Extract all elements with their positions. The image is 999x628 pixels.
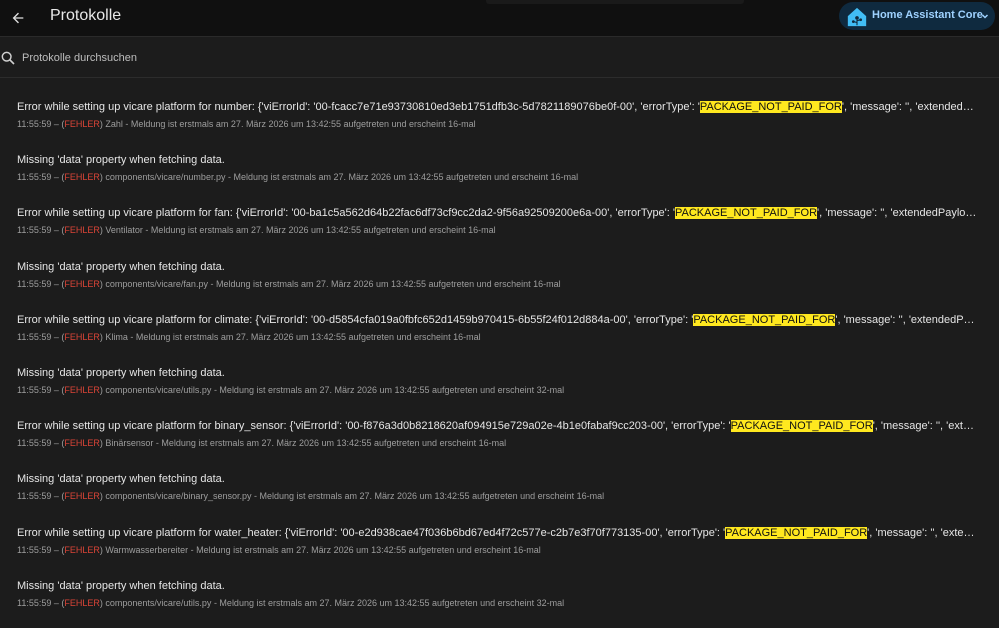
log-meta: 11:55:59 – (FEHLER) Zahl - Meldung ist e… [17, 119, 476, 129]
level-badge: FEHLER [64, 172, 100, 183]
log-message: Error while setting up vicare platform f… [17, 207, 979, 220]
log-entry[interactable]: Missing 'data' property when fetching da… [0, 248, 999, 301]
highlighted-match: PACKAGE_NOT_PAID_FOR [730, 420, 873, 433]
level-badge: FEHLER [64, 438, 100, 449]
log-meta: 11:55:59 – (FEHLER) components/vicare/nu… [17, 172, 579, 183]
log-message: Error while setting up vicare platform f… [17, 101, 979, 113]
level-badge: FEHLER [64, 597, 100, 608]
log-meta: 11:55:59 – (FEHLER) components/vicare/ut… [17, 597, 565, 608]
log-entry[interactable]: Missing 'data' property when fetching da… [0, 460, 999, 513]
arrow-left-icon [12, 12, 24, 24]
log-entry[interactable]: Missing 'data' property when fetching da… [0, 354, 999, 407]
log-meta: 11:55:59 – (FEHLER) components/vicare/ut… [17, 384, 565, 395]
level-badge: FEHLER [64, 491, 100, 502]
home-assistant-logo [847, 7, 867, 27]
log-entry[interactable]: Missing 'data' property when fetching da… [0, 141, 999, 194]
magnify-icon [1, 51, 15, 65]
log-message: Missing 'data' property when fetching da… [17, 154, 225, 167]
chevron-down-icon [981, 14, 989, 19]
log-message: Error while setting up vicare platform f… [17, 526, 979, 539]
search-bar [0, 37, 999, 78]
log-entry[interactable]: Error while setting up vicare platform f… [0, 88, 999, 141]
log-message: Error while setting up vicare platform f… [17, 420, 979, 433]
log-entry[interactable]: Error while setting up vicare platform f… [0, 194, 999, 247]
log-entry[interactable]: Missing 'data' property when fetching da… [0, 567, 999, 620]
log-entry[interactable]: Error while setting up vicare platform f… [0, 514, 999, 567]
log-meta: 11:55:59 – (FEHLER) components/vicare/bi… [17, 491, 605, 502]
log-message: Missing 'data' property when fetching da… [17, 579, 225, 592]
highlighted-match: PACKAGE_NOT_PAID_FOR [699, 101, 842, 113]
log-message: Error while setting up vicare platform f… [17, 313, 979, 326]
highlighted-match: PACKAGE_NOT_PAID_FOR [725, 526, 868, 539]
log-meta: 11:55:59 – (FEHLER) Binärsensor - Meldun… [17, 438, 507, 449]
log-message: Missing 'data' property when fetching da… [17, 260, 225, 273]
instance-label: Home Assistant Core [872, 9, 983, 21]
level-badge: FEHLER [64, 384, 100, 395]
log-meta: 11:55:59 – (FEHLER) Ventilator - Meldung… [17, 225, 496, 236]
search-input[interactable] [20, 47, 924, 69]
level-badge: FEHLER [64, 119, 100, 129]
log-meta: 11:55:59 – (FEHLER) Klima - Meldung ist … [17, 331, 481, 342]
top-app-bar: Protokolle Home Assistant Core [0, 0, 999, 37]
back-button[interactable] [6, 6, 30, 30]
level-badge: FEHLER [64, 278, 100, 289]
log-message: Missing 'data' property when fetching da… [17, 473, 225, 486]
log-meta: 11:55:59 – (FEHLER) Warmwasserbereiter -… [17, 544, 541, 555]
instance-selector[interactable]: Home Assistant Core [839, 2, 995, 30]
log-meta: 11:55:59 – (FEHLER) components/vicare/fa… [17, 278, 561, 289]
page-title: Protokolle [50, 7, 122, 24]
level-badge: FEHLER [64, 544, 100, 555]
top-divider [486, 0, 744, 4]
log-list: Error while setting up vicare platform f… [0, 88, 999, 620]
level-badge: FEHLER [64, 225, 100, 236]
level-badge: FEHLER [64, 331, 100, 342]
log-entry[interactable]: Error while setting up vicare platform f… [0, 407, 999, 460]
log-entry[interactable]: Error while setting up vicare platform f… [0, 301, 999, 354]
highlighted-match: PACKAGE_NOT_PAID_FOR [675, 207, 818, 220]
log-message: Missing 'data' property when fetching da… [17, 366, 225, 379]
highlighted-match: PACKAGE_NOT_PAID_FOR [693, 313, 836, 326]
